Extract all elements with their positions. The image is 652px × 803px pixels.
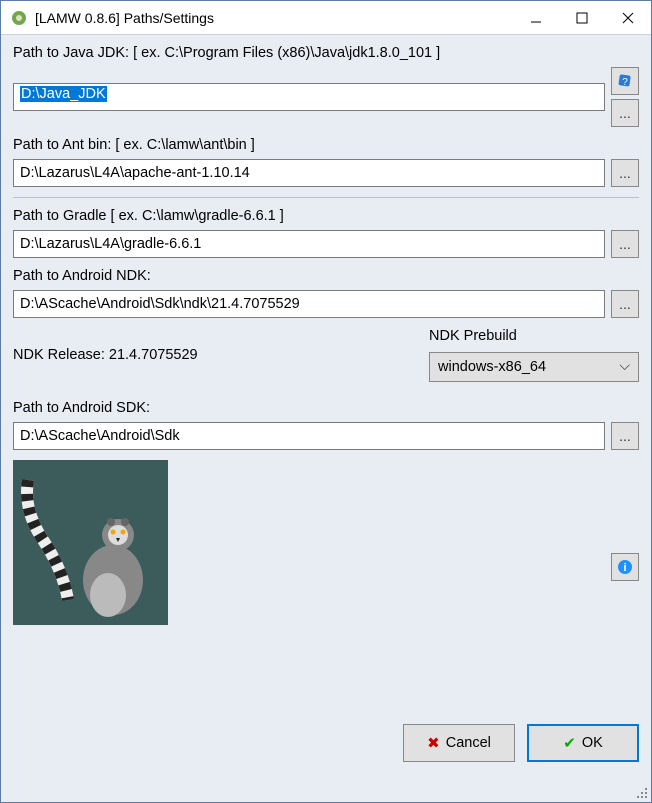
cancel-icon: ✖: [427, 734, 440, 752]
ndk-release-label: NDK Release: 21.4.7075529: [13, 347, 429, 363]
gradle-label: Path to Gradle [ ex. C:\lamw\gradle-6.6.…: [13, 208, 639, 224]
ant-input[interactable]: [13, 159, 605, 187]
help-button[interactable]: ?: [611, 67, 639, 95]
ant-browse-button[interactable]: ...: [611, 159, 639, 187]
jdk-input[interactable]: D:\Java_JDK: [13, 83, 605, 111]
ndk-prebuild-select[interactable]: windows-x86_64: [429, 352, 639, 382]
sdk-browse-button[interactable]: ...: [611, 422, 639, 450]
divider: [13, 197, 639, 198]
info-button[interactable]: i: [611, 553, 639, 581]
ok-button[interactable]: ✔ OK: [527, 724, 639, 762]
ant-label: Path to Ant bin: [ ex. C:\lamw\ant\bin ]: [13, 137, 639, 153]
ok-icon: ✔: [563, 734, 576, 752]
content-area: Path to Java JDK: [ ex. C:\Program Files…: [1, 35, 651, 802]
svg-text:?: ?: [622, 77, 628, 88]
gradle-input[interactable]: [13, 230, 605, 258]
cancel-button[interactable]: ✖ Cancel: [403, 724, 515, 762]
jdk-label: Path to Java JDK: [ ex. C:\Program Files…: [13, 45, 639, 61]
ndk-label: Path to Android NDK:: [13, 268, 639, 284]
svg-text:i: i: [623, 562, 626, 574]
ndk-input[interactable]: [13, 290, 605, 318]
ndk-prebuild-label: NDK Prebuild: [429, 328, 517, 344]
jdk-browse-button[interactable]: ...: [611, 99, 639, 127]
maximize-button[interactable]: [559, 2, 605, 34]
gradle-browse-button[interactable]: ...: [611, 230, 639, 258]
lemur-image: [13, 460, 168, 625]
window-title: [LAMW 0.8.6] Paths/Settings: [35, 10, 513, 26]
dialog-window: [LAMW 0.8.6] Paths/Settings Path to Java…: [0, 0, 652, 803]
sdk-label: Path to Android SDK:: [13, 400, 639, 416]
close-button[interactable]: [605, 2, 651, 34]
resize-grip[interactable]: [633, 784, 647, 798]
sdk-input[interactable]: [13, 422, 605, 450]
ndk-browse-button[interactable]: ...: [611, 290, 639, 318]
minimize-button[interactable]: [513, 2, 559, 34]
app-icon: [9, 8, 29, 28]
titlebar: [LAMW 0.8.6] Paths/Settings: [1, 1, 651, 35]
